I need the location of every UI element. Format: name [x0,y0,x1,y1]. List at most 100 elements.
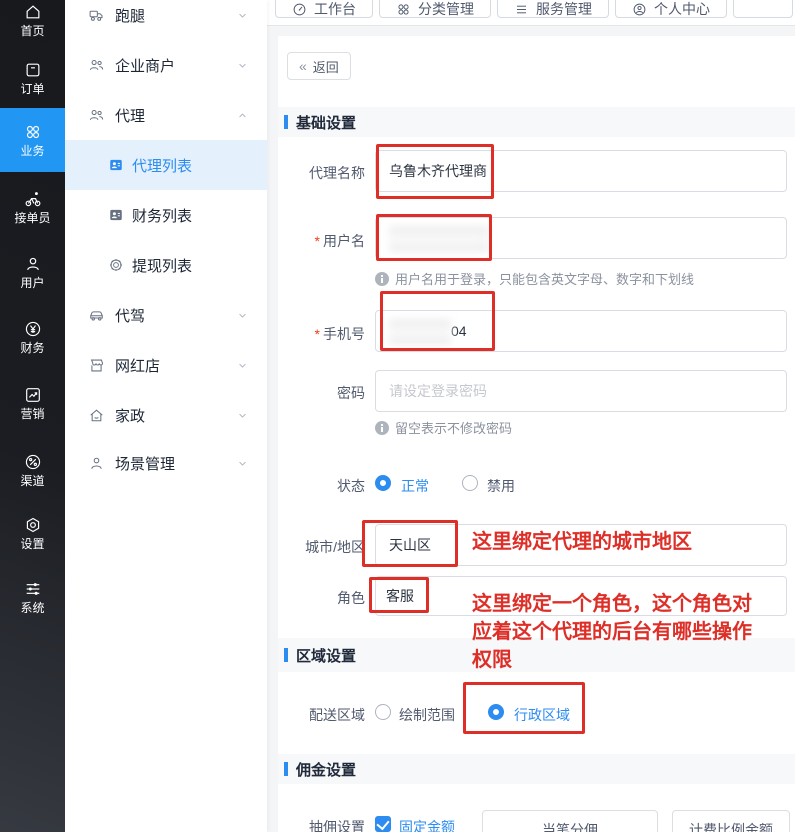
tab-personal-center[interactable]: 个人中心 [615,0,727,18]
tab-category-management[interactable]: 分类管理 [379,0,491,18]
sidebar-item-users[interactable]: 用户 [0,240,65,304]
delivery-area-radio-draw[interactable] [375,704,391,720]
password-input[interactable]: 请设定登录密码 [375,370,787,412]
menu-item-errand[interactable]: 跑腿 [65,0,267,40]
city-label: 城市/地区 [278,537,365,557]
sidebar-item-label: 设置 [20,538,44,551]
section-title: 佣金设置 [296,759,356,780]
menu-item-label: 网红店 [115,355,160,376]
info-icon [375,421,389,435]
username-label: *用户名 [278,231,365,251]
phone-visible-suffix: 04 [451,323,467,339]
chevron-down-icon [236,59,249,72]
sidebar-item-system[interactable]: 系统 [0,565,65,629]
chevron-down-icon [236,309,249,322]
gear-icon [108,257,124,273]
section-title: 基础设置 [296,112,356,133]
menu-item-influencer-store[interactable]: 网红店 [65,340,267,390]
menu-item-scene-management[interactable]: 场景管理 [65,438,267,488]
required-asterisk: * [315,233,320,249]
commission-fixed-label[interactable]: 固定金额 [399,817,455,832]
redacted-phone-value [389,319,451,344]
sidebar-item-label: 首页 [20,25,44,38]
status-label: 状态 [278,476,365,496]
delivery-area-label: 配送区域 [278,705,365,725]
sidebar-item-label: 营销 [20,408,44,421]
store-icon [88,357,105,374]
menu-item-label: 代理 [115,105,145,126]
chevron-up-icon [236,109,249,122]
sidebar-item-label: 业务 [20,145,44,158]
system-icon [24,580,42,598]
delivery-area-radio-admin[interactable] [488,704,504,720]
sidebar-item-finance[interactable]: 财务 [0,305,65,369]
menu-item-agent-list[interactable]: 代理列表 [65,140,267,190]
menu-item-label: 家政 [115,405,145,426]
status-radio-normal-label[interactable]: 正常 [401,476,429,496]
apps-icon [396,2,411,17]
primary-sidebar: 首页 订单 业务 接单员 用户 财务 营销 渠道 设置 系统 [0,0,65,832]
tab-partial[interactable] [733,0,793,18]
status-radio-normal[interactable] [375,475,391,491]
menu-item-label: 提现列表 [132,255,192,276]
chevron-down-icon [236,457,249,470]
list-icon [514,2,529,17]
commission-per-order-option[interactable]: 当笔分佣 [482,810,658,832]
chevron-down-icon [236,9,249,22]
delivery-area-radio-admin-label[interactable]: 行政区域 [514,705,570,725]
order-icon [24,61,42,79]
tab-label: 分类管理 [418,0,474,19]
menu-item-withdrawal-list[interactable]: 提现列表 [65,240,267,290]
section-header-commission: 佣金设置 [278,754,795,784]
menu-item-finance-list[interactable]: 财务列表 [65,190,267,240]
delivery-area-radio-draw-label[interactable]: 绘制范围 [399,705,455,725]
sidebar-item-label: 订单 [20,83,44,96]
sidebar-item-label: 系统 [20,602,44,615]
finance-icon [24,320,42,338]
commission-billing-ratio-option[interactable]: 计费比例金额 [672,810,790,832]
menu-item-housekeeping[interactable]: 家政 [65,390,267,440]
agent-name-input[interactable]: 乌鲁木齐代理商 [375,150,787,192]
menu-item-agents[interactable]: 代理 [65,90,267,140]
agent-name-value: 乌鲁木齐代理商 [389,161,487,181]
people-icon [88,57,105,74]
menu-item-enterprise-merchants[interactable]: 企业商户 [65,40,267,90]
status-radio-disabled-label[interactable]: 禁用 [487,476,515,496]
content-background: « 返回 基础设置 代理名称 乌鲁木齐代理商 *用户名 用户名用于登录，只能包含… [267,26,795,832]
phone-input[interactable]: 04 [375,310,787,352]
sidebar-item-settings[interactable]: 设置 [0,501,65,565]
back-button-label: 返回 [313,57,339,76]
username-input[interactable] [375,217,787,259]
phone-label: *手机号 [278,324,365,344]
sidebar-item-home[interactable]: 首页 [0,0,65,52]
role-value: 客服 [386,586,414,606]
sidebar-item-label: 渠道 [20,475,44,488]
person-pin-icon [632,2,647,17]
chevron-down-icon [236,409,249,422]
menu-item-label: 场景管理 [115,453,175,474]
required-asterisk: * [315,326,320,342]
tab-workbench[interactable]: 工作台 [275,0,373,18]
sidebar-item-orders[interactable]: 订单 [0,46,65,110]
secondary-sidebar: 跑腿 企业商户 代理 代理列表 财务列表 提现列表 代驾 网红店 家政 [65,0,267,832]
menu-item-designated-driving[interactable]: 代驾 [65,290,267,340]
status-radio-disabled[interactable] [462,475,478,491]
top-tab-bar: 工作台 分类管理 服务管理 个人中心 [267,0,795,26]
sidebar-item-channels[interactable]: 渠道 [0,438,65,502]
sidebar-item-business[interactable]: 业务 [0,108,65,172]
home-icon [24,3,42,21]
double-chevron-left-icon: « [299,58,307,74]
user-icon [24,255,42,273]
section-accent-bar [284,648,288,662]
content-card: « 返回 基础设置 代理名称 乌鲁木齐代理商 *用户名 用户名用于登录，只能包含… [278,36,795,832]
sidebar-item-marketing[interactable]: 营销 [0,371,65,435]
back-button[interactable]: « 返回 [287,52,351,80]
rider-icon [24,190,42,208]
apps-icon [24,123,42,141]
password-placeholder: 请设定登录密码 [389,381,487,401]
sidebar-item-couriers[interactable]: 接单员 [0,175,65,239]
tab-label: 服务管理 [536,0,592,19]
settings-icon [24,516,42,534]
commission-fixed-checkbox[interactable] [375,816,391,832]
tab-service-management[interactable]: 服务管理 [497,0,609,18]
